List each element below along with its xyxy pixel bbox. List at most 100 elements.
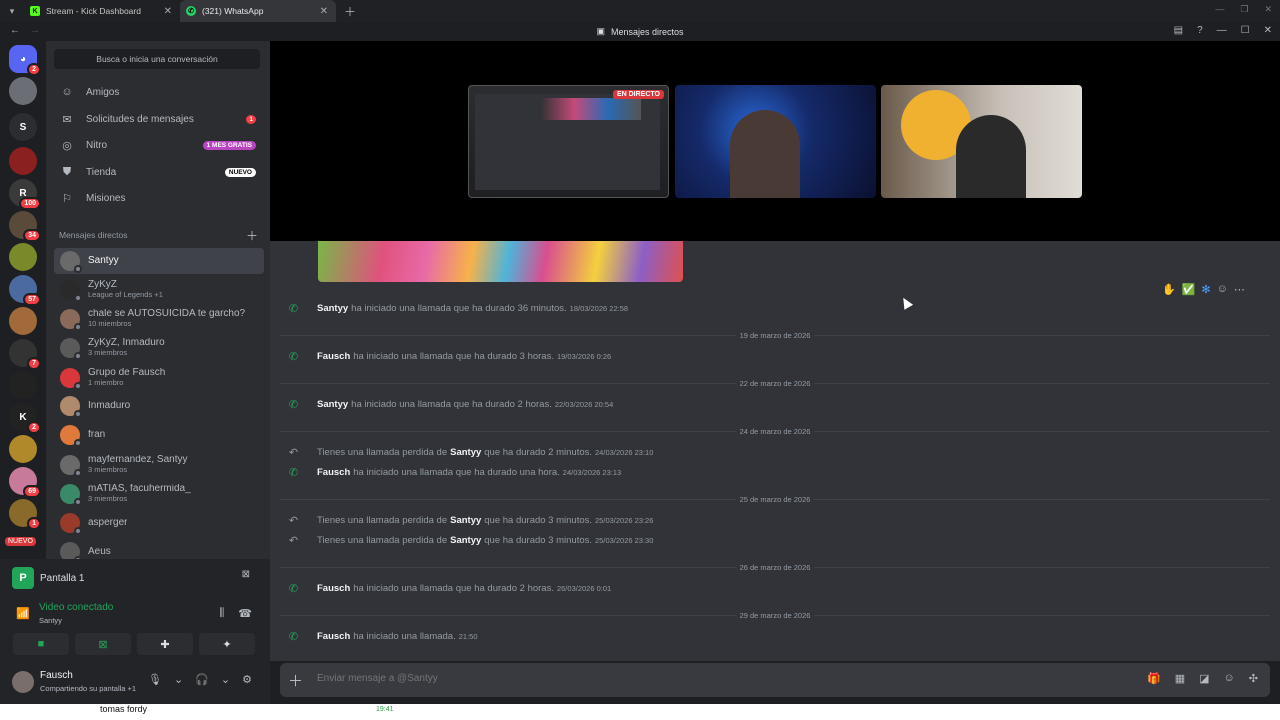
create-dm-icon[interactable]: ＋: [246, 227, 258, 244]
close-tab-icon[interactable]: ✕: [320, 6, 328, 17]
soundboard-icon[interactable]: ⫼: [219, 607, 224, 620]
dm-item[interactable]: chale se AUTOSUICIDA te garcho? 10 miembr…: [54, 306, 264, 332]
server-icon[interactable]: [9, 307, 37, 335]
video-tile-fausch[interactable]: [881, 85, 1082, 198]
close-tab-icon[interactable]: ✕: [164, 6, 172, 17]
emoji-icon[interactable]: ☺: [1224, 672, 1235, 685]
video-tile-santyy[interactable]: [675, 85, 876, 198]
browser-tab-whatsapp[interactable]: ✆ (321) WhatsApp ✕: [180, 0, 336, 22]
user-name[interactable]: Fausch: [317, 351, 350, 362]
chevron-down-icon[interactable]: ⌄: [174, 673, 183, 686]
tab-menu-button[interactable]: ▾: [0, 0, 24, 22]
nav-label: Nitro: [86, 139, 108, 151]
nav-amigos[interactable]: ☺ Amigos: [54, 80, 262, 104]
gif-icon[interactable]: ▦: [1175, 672, 1185, 685]
headphones-icon[interactable]: 🎧: [195, 673, 209, 686]
stop-stream-icon[interactable]: ⊠: [242, 569, 250, 580]
butterfly-reaction-icon[interactable]: ✻: [1201, 283, 1210, 296]
nitro-icon: ◎: [62, 139, 72, 152]
connection-signal-icon[interactable]: 📶: [16, 607, 30, 620]
inbox-icon[interactable]: ▤: [1174, 25, 1183, 36]
user-name[interactable]: Santyy: [450, 535, 481, 546]
avatar[interactable]: [12, 671, 34, 693]
dm-item[interactable]: fran: [54, 422, 264, 448]
server-icon[interactable]: [9, 435, 37, 463]
dm-subtitle: 3 miembros: [88, 465, 128, 474]
user-name[interactable]: Santyy: [317, 399, 348, 410]
server-icon[interactable]: 1: [9, 499, 41, 530]
search-input[interactable]: Busca o inicia una conversación: [54, 49, 260, 69]
wave-reaction-icon[interactable]: ✋: [1162, 283, 1176, 296]
apps-icon[interactable]: ✣: [1249, 672, 1258, 685]
dm-item[interactable]: mayfernandez, Santyy 3 miembros: [54, 452, 264, 478]
stream-tile[interactable]: EN DIRECTO: [468, 85, 669, 198]
add-reaction-icon[interactable]: ☺: [1217, 283, 1228, 296]
phone-icon: ✆: [288, 302, 299, 315]
friends-icon: ☺: [61, 86, 73, 98]
screen-share-button[interactable]: ⊠: [75, 633, 131, 655]
attach-plus-icon[interactable]: ＋: [288, 670, 303, 691]
server-icon[interactable]: ◕ 2: [9, 45, 41, 76]
close-icon[interactable]: ✕: [1264, 4, 1272, 15]
nav-tienda[interactable]: ⛊ Tienda NUEVO: [54, 160, 262, 184]
help-icon[interactable]: ?: [1197, 25, 1203, 36]
user-name[interactable]: Santyy: [450, 447, 481, 458]
server-icon[interactable]: R 100: [9, 179, 41, 210]
dm-item[interactable]: ZyKyZ League of Legends +1: [54, 277, 264, 303]
server-icon[interactable]: [9, 371, 37, 399]
server-icon[interactable]: [9, 77, 37, 105]
server-icon[interactable]: 57: [9, 275, 41, 306]
stream-preview[interactable]: P Pantalla 1: [12, 567, 84, 589]
background-window-strip: tomas fordy 19:41: [0, 704, 1280, 720]
user-name[interactable]: Fausch: [40, 670, 73, 681]
user-name[interactable]: Fausch: [317, 583, 350, 594]
server-icon[interactable]: [9, 147, 37, 175]
server-icon[interactable]: S: [9, 113, 37, 141]
nav-misiones[interactable]: ⚐ Misiones: [54, 186, 262, 210]
minimize-icon[interactable]: —: [1215, 4, 1224, 15]
server-icon[interactable]: 7: [9, 339, 41, 370]
new-tab-button[interactable]: ＋: [344, 3, 356, 20]
user-name[interactable]: Santyy: [317, 303, 348, 314]
dm-item[interactable]: asperger: [54, 510, 264, 536]
more-options-icon[interactable]: ⋯: [1234, 283, 1245, 296]
voice-channel[interactable]: Santyy: [39, 616, 62, 625]
chevron-down-icon[interactable]: ⌄: [221, 673, 230, 686]
message-input[interactable]: [317, 673, 1017, 684]
voice-status[interactable]: Video conectado: [39, 602, 113, 613]
dm-item[interactable]: Grupo de Fausch 1 miembro: [54, 365, 264, 391]
dm-item[interactable]: ZyKyZ, Inmaduro 3 miembros: [54, 335, 264, 361]
server-icon[interactable]: K2: [9, 403, 41, 434]
dm-item[interactable]: Inmaduro: [54, 393, 264, 419]
sticker-icon[interactable]: ◪: [1199, 672, 1209, 685]
server-icon[interactable]: 69: [9, 467, 41, 498]
server-badge: 34: [23, 229, 41, 242]
gear-icon[interactable]: ⚙: [242, 673, 252, 686]
user-name[interactable]: Fausch: [317, 467, 350, 478]
close-icon[interactable]: ✕: [1264, 25, 1272, 36]
forward-arrow-icon[interactable]: →: [30, 25, 40, 36]
soundboard-button[interactable]: ✦: [199, 633, 255, 655]
nav-nitro[interactable]: ◎ Nitro 1 MES GRATIS: [54, 133, 262, 157]
minimize-icon[interactable]: —: [1217, 25, 1227, 36]
maximize-icon[interactable]: ❐: [1240, 4, 1248, 15]
user-name[interactable]: Santyy: [450, 515, 481, 526]
server-icon[interactable]: [9, 243, 37, 271]
dm-text: ZyKyZ League of Legends +1: [88, 280, 163, 300]
user-name[interactable]: Fausch: [317, 631, 350, 642]
dm-name: asperger: [88, 518, 128, 528]
nav-solicitudes[interactable]: ✉ Solicitudes de mensajes 1: [54, 107, 262, 131]
back-arrow-icon[interactable]: ←: [10, 25, 20, 36]
dm-item[interactable]: Santyy: [54, 248, 264, 274]
microphone-icon[interactable]: 🎙: [148, 673, 162, 686]
image-attachment[interactable]: [318, 241, 683, 282]
browser-tab-kick[interactable]: K Stream - Kick Dashboard ✕: [24, 0, 180, 22]
maximize-icon[interactable]: ☐: [1241, 25, 1250, 36]
activities-button[interactable]: ✚: [137, 633, 193, 655]
dm-item[interactable]: mATIAS, facuhermida_ 3 miembros: [54, 481, 264, 507]
gift-icon[interactable]: 🎁: [1147, 672, 1161, 685]
server-icon[interactable]: 34: [9, 211, 41, 242]
disconnect-icon[interactable]: ☎: [238, 607, 252, 620]
check-reaction-icon[interactable]: ✅: [1182, 283, 1196, 296]
camera-button[interactable]: ■: [13, 633, 69, 655]
